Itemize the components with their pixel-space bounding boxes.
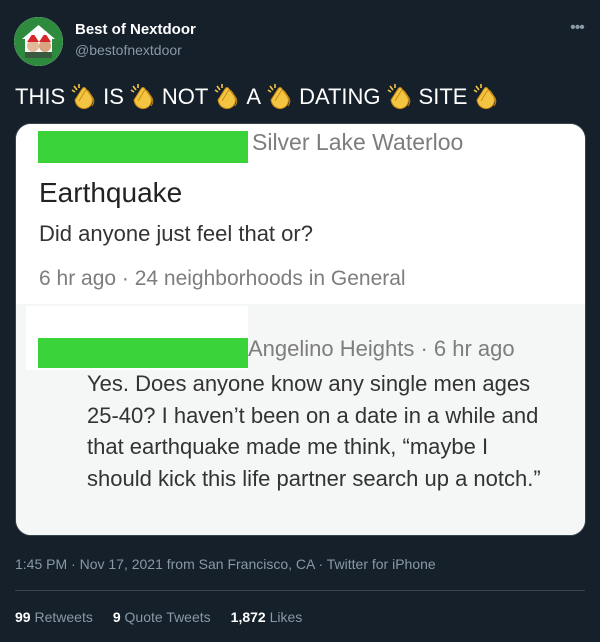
clapping-hands-icon: [130, 84, 154, 110]
tweet-timestamp[interactable]: 1:45 PM · Nov 17, 2021 from San Francisc…: [15, 556, 436, 572]
clapping-hands-icon: [71, 84, 95, 110]
tweet-media[interactable]: Silver Lake Waterloo Earthquake Did anyo…: [15, 123, 586, 536]
divider: [15, 590, 585, 591]
avatar-image: [14, 17, 63, 66]
likes-count: 1,872: [230, 609, 266, 625]
tweet-word: NOT: [161, 84, 209, 109]
post-neighborhood: Silver Lake Waterloo: [252, 129, 464, 155]
redacted-name-box: [38, 131, 248, 163]
handle[interactable]: @bestofnextdoor: [75, 42, 182, 58]
retweets-stat[interactable]: 99 Retweets: [15, 609, 93, 627]
retweets-count: 99: [15, 609, 31, 625]
likes-stat[interactable]: 1,872 Likes: [231, 609, 303, 627]
tweet-word: IS: [103, 84, 124, 109]
tweet-word: THIS: [15, 84, 66, 109]
likes-label: Likes: [269, 609, 303, 625]
nextdoor-reply: Angelino Heights · 6 hr ago Yes. Does an…: [16, 304, 585, 535]
post-title: Earthquake: [39, 177, 183, 208]
clapping-hands-icon: [214, 84, 238, 110]
reply-text: Yes. Does anyone know any single men age…: [87, 371, 541, 491]
avatar[interactable]: [14, 17, 63, 66]
nextdoor-post: Silver Lake Waterloo Earthquake Did anyo…: [16, 124, 585, 304]
retweets-label: Retweets: [34, 609, 93, 625]
clapping-hands-icon: [474, 84, 497, 110]
tweet-stats: 99 Retweets 9 Quote Tweets 1,872 Likes: [15, 609, 302, 627]
redacted-name-box: [38, 338, 248, 368]
post-meta: 6 hr ago · 24 neighborhoods in General: [39, 267, 406, 290]
quote-tweets-count: 9: [112, 609, 121, 625]
post-body: Did anyone just feel that or?: [39, 221, 313, 246]
reply-header: Angelino Heights · 6 hr ago: [248, 336, 515, 361]
display-name[interactable]: Best of Nextdoor: [75, 21, 196, 38]
quote-tweets-label: Quote Tweets: [124, 609, 211, 625]
tweet-text: THIS IS NOT A DATING SITE: [15, 80, 501, 114]
tweet-word: DATING: [299, 84, 381, 109]
clapping-hands-icon: [387, 84, 410, 110]
clapping-hands-icon: [267, 84, 291, 110]
quote-tweets-stat[interactable]: 9 Quote Tweets: [113, 609, 211, 627]
tweet-word: SITE: [418, 84, 468, 109]
tweet: Best of Nextdoor @bestofnextdoor ••• THI…: [0, 0, 600, 642]
tweet-word: A: [246, 84, 262, 109]
more-horizontal-icon[interactable]: •••: [566, 17, 588, 39]
